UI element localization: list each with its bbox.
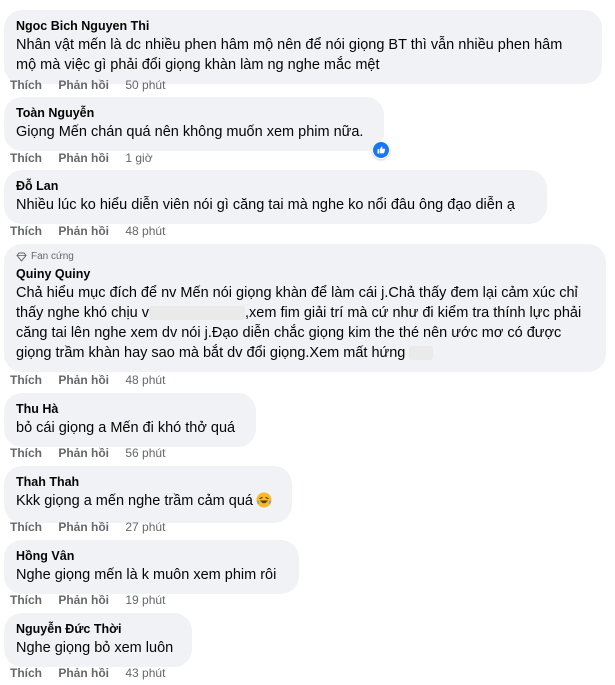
comment: Nguyễn Đức Thời Nghe giọng bỏ xem luôn — [4, 613, 192, 667]
comment-text-fragment: giọng trầm khàn hay sao mà bắt dv đổi gi… — [16, 345, 406, 361]
reply-button[interactable]: Phản hồi — [58, 520, 109, 534]
comment-text-line: Nghe giọng mến là k muôn xem phim rôi — [16, 567, 277, 583]
comment-text: bỏ cái giọng a Mến đi khó thở quá — [16, 418, 244, 438]
comment-bubble: Đỗ Lan Nhiều lúc ko hiểu diễn viên nói g… — [4, 170, 547, 224]
comment-bubble: Toàn Nguyễn Giọng Mến chán quá nên không… — [4, 97, 390, 159]
reply-button[interactable]: Phản hồi — [58, 373, 109, 387]
comment-bubble: Ngoc Bich Nguyen Thi Nhân vật mến là dc … — [4, 10, 602, 84]
comment-author[interactable]: Thah Thah — [16, 474, 280, 490]
redacted-text — [409, 346, 434, 361]
comment-actions: Thích Phản hồi 56 phút — [10, 445, 165, 461]
reply-button[interactable]: Phản hồi — [58, 78, 109, 92]
comment: Hồng Vân Nghe giọng mến là k muôn xem ph… — [4, 540, 299, 594]
like-button[interactable]: Thích — [10, 78, 42, 92]
comment-text-line: Kkk giọng a mến nghe trầm cảm quá — [16, 493, 253, 509]
diamond-icon — [16, 252, 27, 262]
fan-badge-label: Fan cứng — [31, 251, 74, 262]
comment-actions: Thích Phản hồi 50 phút — [10, 77, 165, 93]
comment-text-line: Nhiều lúc ko hiểu diễn viên nói gì căng … — [16, 197, 515, 213]
fan-badge[interactable]: Fan cứng — [16, 250, 594, 264]
comment-author[interactable]: Hồng Vân — [16, 548, 287, 564]
comment-author[interactable]: Nguyễn Đức Thời — [16, 621, 180, 637]
comment: Ngoc Bich Nguyen Thi Nhân vật mến là dc … — [4, 10, 602, 84]
comment-text-line: bỏ cái giọng a Mến đi khó thở quá — [16, 420, 236, 436]
comment-text: Nhân vật mến là dc nhiều phen hâm mộ nên… — [16, 35, 590, 75]
like-button[interactable]: Thích — [10, 446, 42, 460]
comment-text-line: thấy nghe khó chịu v ,xem fim giải trí mà… — [16, 303, 594, 323]
redacted-text — [149, 306, 246, 321]
like-button[interactable]: Thích — [10, 520, 42, 534]
comment-actions: Thích Phản hồi 19 phút — [10, 592, 165, 608]
comment-text: Kkk giọng a mến nghe trầm cảm quá — [16, 491, 280, 514]
comment-actions: Thích Phản hồi 48 phút — [10, 372, 165, 388]
comment-author[interactable]: Ngoc Bich Nguyen Thi — [16, 18, 590, 34]
reply-button[interactable]: Phản hồi — [58, 666, 109, 680]
comment-author[interactable]: Đỗ Lan — [16, 178, 535, 194]
comment-text-line: căng tai lên nghe xem dv nói j.Đạo diễn … — [16, 325, 562, 341]
comment-bubble: Thah Thah Kkk giọng a mến nghe trầm cảm … — [4, 466, 292, 523]
comment-text: Chả hiểu mục đích để nv Mến nói giọng kh… — [16, 283, 594, 363]
comment-text-line: mộ mà việc gì phải đổi giọng khàn làm ng… — [16, 57, 380, 73]
like-button[interactable]: Thích — [10, 666, 42, 680]
comment: Toàn Nguyễn Giọng Mến chán quá nên không… — [4, 97, 390, 159]
comment-time[interactable]: 48 phút — [125, 224, 165, 238]
comment-time[interactable]: 19 phút — [125, 593, 165, 607]
like-reaction-icon[interactable] — [372, 141, 390, 159]
like-button[interactable]: Thích — [10, 224, 42, 238]
comment-bubble: Thu Hà bỏ cái giọng a Mến đi khó thở quá — [4, 393, 256, 447]
comment-actions: Thích Phản hồi 1 giờ — [10, 150, 153, 166]
comment-bubble: Fan cứng Quiny Quiny Chả hiểu mục đích đ… — [4, 244, 606, 372]
comment-author[interactable]: Quiny Quiny — [16, 266, 594, 282]
comment-actions: Thích Phản hồi 48 phút — [10, 223, 165, 239]
comment-text: Nghe giọng bỏ xem luôn — [16, 638, 180, 658]
comment-actions: Thích Phản hồi 43 phút — [10, 665, 165, 681]
comment-time[interactable]: 48 phút — [125, 373, 165, 387]
comment: Thah Thah Kkk giọng a mến nghe trầm cảm … — [4, 466, 292, 523]
comment-text-line: Nhân vật mến là dc nhiều phen hâm mộ nên… — [16, 37, 563, 53]
comment-text: Giọng Mến chán quá nên không muốn xem ph… — [16, 122, 372, 142]
comment-author[interactable]: Thu Hà — [16, 401, 244, 417]
comment-time[interactable]: 56 phút — [125, 446, 165, 460]
comment-text-line: Giọng Mến chán quá nên không muốn xem ph… — [16, 124, 364, 140]
laughing-emoji-icon — [256, 492, 272, 514]
reply-button[interactable]: Phản hồi — [58, 224, 109, 238]
comment: Đỗ Lan Nhiều lúc ko hiểu diễn viên nói g… — [4, 170, 547, 224]
comment: Thu Hà bỏ cái giọng a Mến đi khó thở quá — [4, 393, 256, 447]
comment-bubble: Hồng Vân Nghe giọng mến là k muôn xem ph… — [4, 540, 299, 594]
comment-time[interactable]: 1 giờ — [125, 151, 152, 165]
comment-text-line: giọng trầm khàn hay sao mà bắt dv đổi gi… — [16, 343, 594, 363]
comment-text-fragment: thấy nghe khó chịu v — [16, 305, 150, 321]
like-button[interactable]: Thích — [10, 151, 42, 165]
comment-text: Nhiều lúc ko hiểu diễn viên nói gì căng … — [16, 195, 535, 215]
comment-text-line: Nghe giọng bỏ xem luôn — [16, 640, 174, 656]
comment-time[interactable]: 50 phút — [125, 78, 165, 92]
comment-author[interactable]: Toàn Nguyễn — [16, 105, 372, 121]
reply-button[interactable]: Phản hồi — [58, 446, 109, 460]
comment-text-fragment: ,xem fim giải trí mà cứ như đi kiểm tra … — [245, 305, 582, 321]
comment-time[interactable]: 27 phút — [125, 520, 165, 534]
comment: Fan cứng Quiny Quiny Chả hiểu mục đích đ… — [4, 244, 606, 372]
comment-actions: Thích Phản hồi 27 phút — [10, 519, 165, 535]
comment-bubble: Nguyễn Đức Thời Nghe giọng bỏ xem luôn — [4, 613, 192, 667]
comment-text: Nghe giọng mến là k muôn xem phim rôi — [16, 565, 287, 585]
comment-time[interactable]: 43 phút — [125, 666, 165, 680]
comment-text-line: Chả hiểu mục đích để nv Mến nói giọng kh… — [16, 285, 578, 301]
reply-button[interactable]: Phản hồi — [58, 593, 109, 607]
reply-button[interactable]: Phản hồi — [58, 151, 109, 165]
like-button[interactable]: Thích — [10, 373, 42, 387]
like-button[interactable]: Thích — [10, 593, 42, 607]
